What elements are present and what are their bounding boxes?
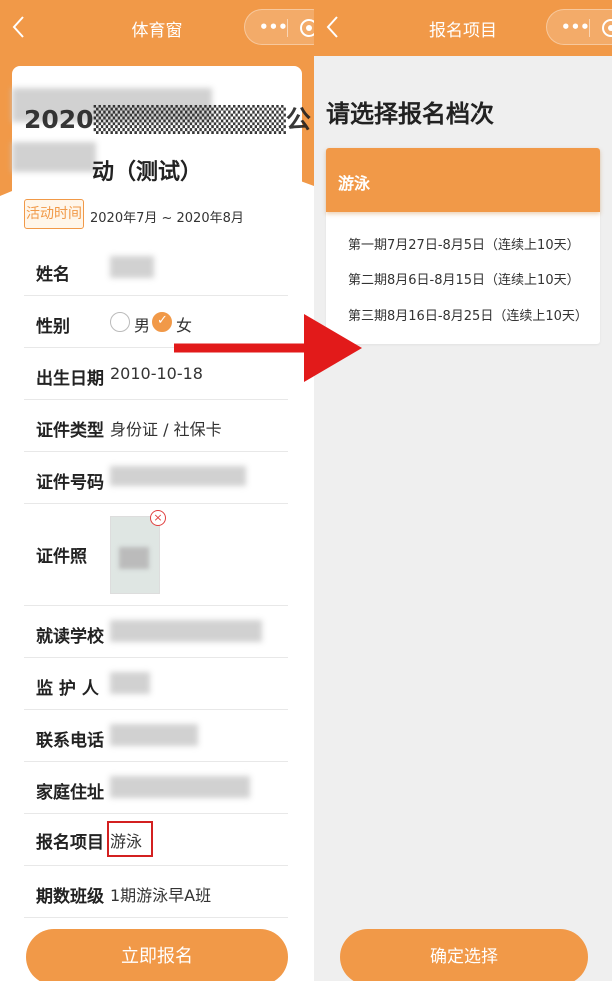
field-row-id-number: 证件号码 [24,452,288,504]
name-label: 姓名 [36,265,70,285]
submit-registration-button[interactable]: 立即报名 [26,929,288,981]
capsule-divider [589,19,590,37]
registration-form-screen: 体育窗 ••• 2020▒▒▒▒▒▒▒▒▒▒公 动（测试） 活动时间 2020年… [0,0,314,981]
field-row-project: 报名项目 游泳 [24,814,288,866]
session-option[interactable]: 第一期7月27日-8月5日（连续上10天） [348,234,580,253]
annotation-highlight-box [107,821,153,857]
close-mini-program-icon[interactable] [300,19,314,37]
project-selection-screen: 报名项目 ••• 请选择报名档次 游泳 第一期7月27日-8月5日（连续上10天… [314,0,612,981]
confirm-selection-button[interactable]: 确定选择 [340,929,588,981]
project-label: 报名项目 [36,833,104,853]
guardian-value-redacted[interactable] [110,672,150,694]
delete-photo-icon[interactable]: × [150,510,166,526]
id-number-value-redacted[interactable] [110,466,246,486]
field-row-address: 家庭住址 [24,762,288,814]
field-row-class: 期数班级 1期游泳早A班 [24,866,288,918]
field-row-birthdate: 出生日期 2010-10-18 [24,348,288,400]
id-photo-label: 证件照 [36,547,87,567]
category-tab-label: 游泳 [338,174,371,193]
event-title-line-1: 2020▒▒▒▒▒▒▒▒▒▒公 [24,105,311,134]
field-row-gender: 性别 男 女 [24,296,288,348]
address-label: 家庭住址 [36,783,104,803]
category-tab-swimming[interactable]: 游泳 [326,148,600,212]
gender-female-radio[interactable] [152,312,172,332]
guardian-label: 监 护 人 [36,679,99,699]
school-value-redacted[interactable] [110,620,262,642]
gender-female-label: 女 [176,316,193,335]
id-photo-thumbnail[interactable] [110,516,160,594]
class-value[interactable]: 1期游泳早A班 [110,882,211,906]
field-row-name: 姓名 [24,244,288,296]
address-value-redacted[interactable] [110,776,250,798]
activity-time-badge: 活动时间 [24,199,84,229]
nav-bar-right: 报名项目 ••• [314,0,612,56]
event-title-line-2: 动（测试） [92,160,203,185]
field-row-id-photo: 证件照 × [24,504,288,606]
capsule-divider [287,19,288,37]
nav-bar: 体育窗 ••• [0,0,314,56]
id-number-label: 证件号码 [36,473,104,493]
session-option[interactable]: 第二期8月6日-8月15日（连续上10天） [348,269,580,288]
more-icon[interactable]: ••• [259,18,288,36]
field-row-phone: 联系电话 [24,710,288,762]
id-photo-content-redacted [119,547,149,569]
school-label: 就读学校 [36,627,104,647]
screenshot-root: 体育窗 ••• 2020▒▒▒▒▒▒▒▒▒▒公 动（测试） 活动时间 2020年… [0,0,612,981]
gender-male-label: 男 [134,316,151,335]
close-mini-program-icon[interactable] [602,19,612,37]
activity-time-value: 2020年7月 ~ 2020年8月 [90,211,244,226]
phone-label: 联系电话 [36,731,104,751]
birthdate-value[interactable]: 2010-10-18 [110,364,203,383]
name-value-redacted[interactable] [110,256,154,278]
gender-male-radio[interactable] [110,312,130,332]
more-icon[interactable]: ••• [561,18,590,36]
birthdate-label: 出生日期 [36,369,104,389]
form-card: 2020▒▒▒▒▒▒▒▒▒▒公 动（测试） 活动时间 2020年7月 ~ 202… [12,66,311,966]
session-option[interactable]: 第三期8月16日-8月25日（连续上10天） [348,305,588,324]
mini-program-capsule: ••• [244,9,314,45]
mini-program-capsule: ••• [546,9,612,45]
selection-heading: 请选择报名档次 [326,100,494,128]
id-type-value[interactable]: 身份证 / 社保卡 [110,416,222,440]
id-type-label: 证件类型 [36,421,104,441]
gender-label: 性别 [36,317,70,337]
field-row-guardian: 监 护 人 [24,658,288,710]
class-label: 期数班级 [36,887,104,907]
phone-value-redacted[interactable] [110,724,198,746]
option-panel: 游泳 第一期7月27日-8月5日（连续上10天） 第二期8月6日-8月15日（连… [326,148,600,344]
field-row-id-type: 证件类型 身份证 / 社保卡 [24,400,288,452]
field-row-school: 就读学校 [24,606,288,658]
redacted-title-block-2 [12,142,96,172]
